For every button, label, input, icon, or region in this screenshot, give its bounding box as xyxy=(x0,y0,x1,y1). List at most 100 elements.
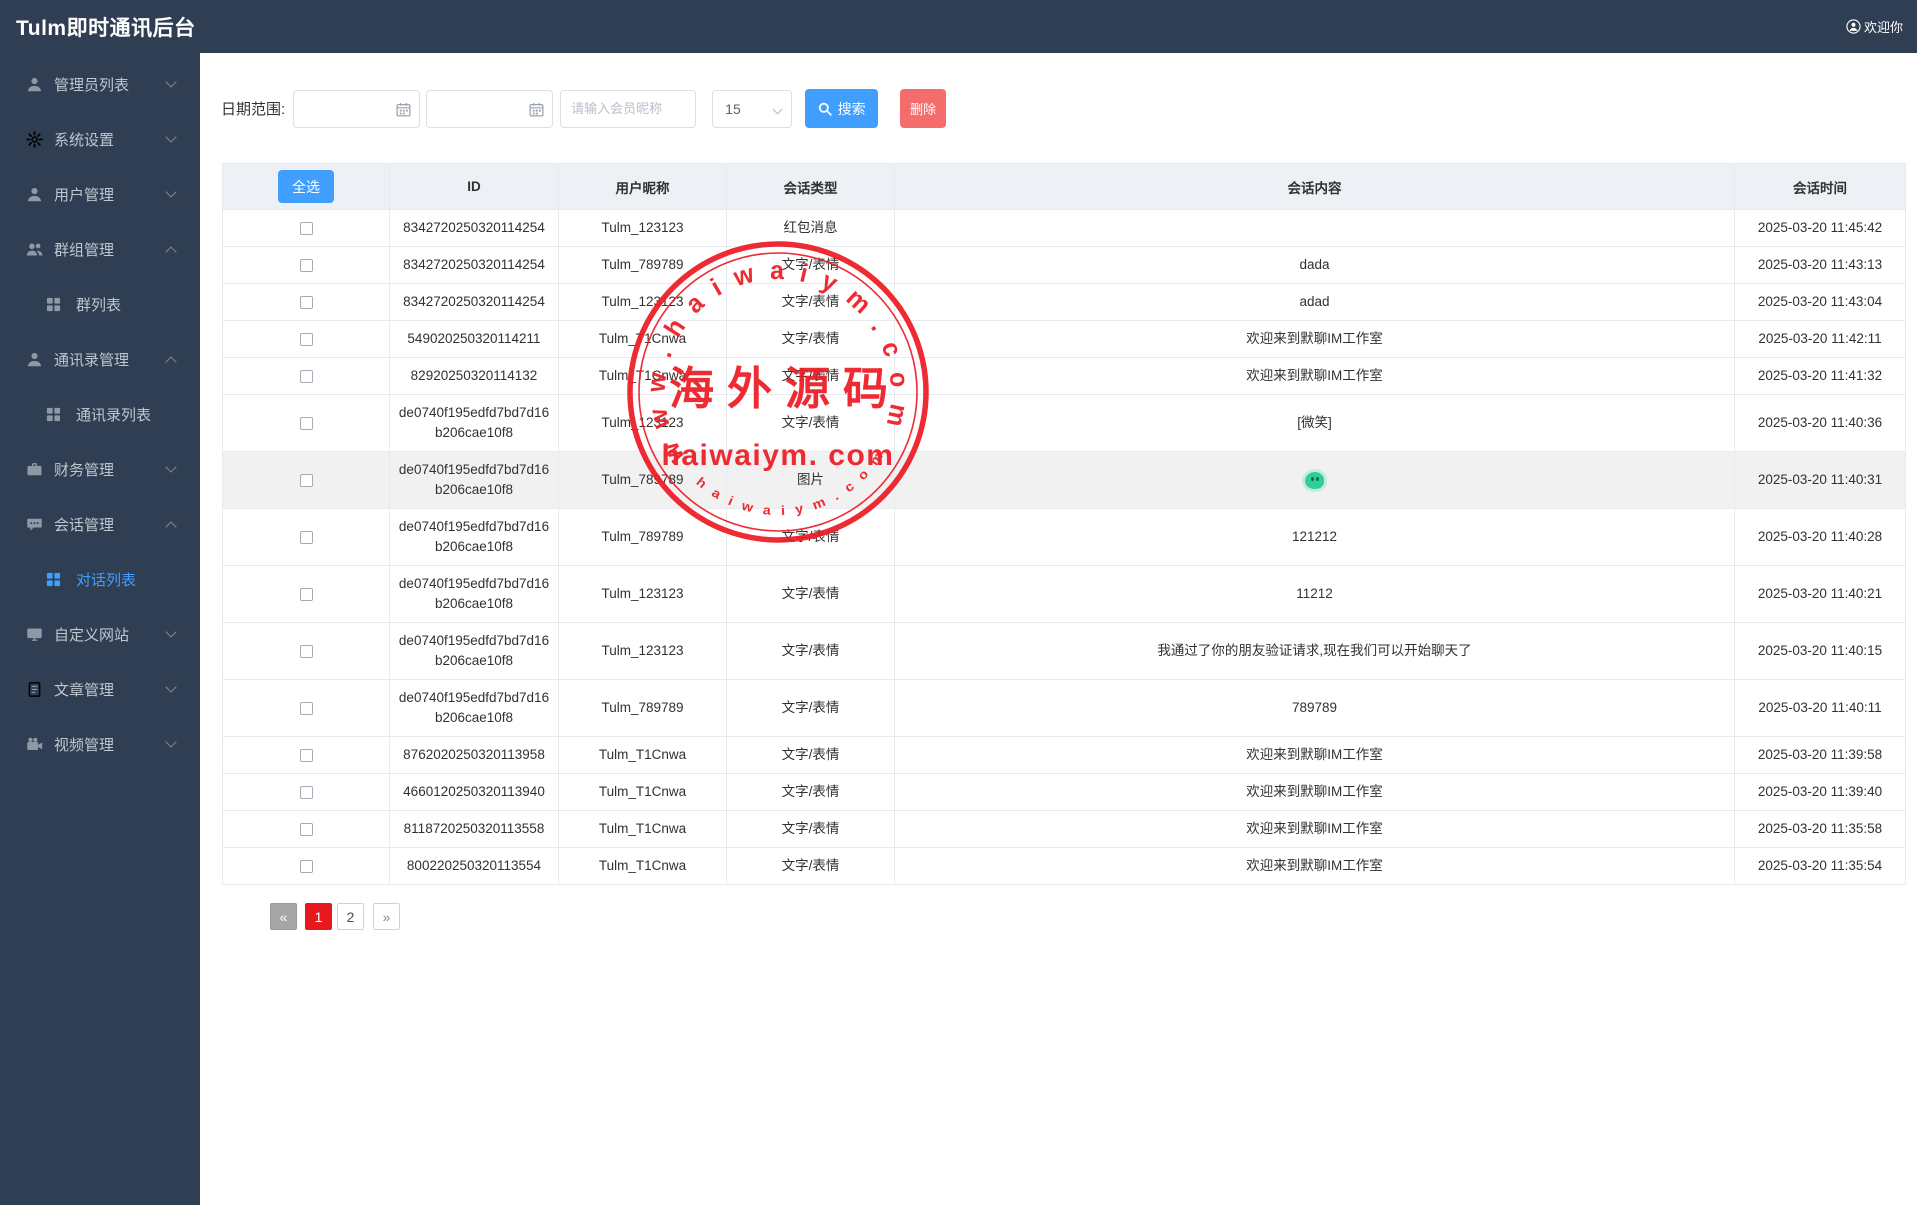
table-row: 4660120250320113940Tulm_T1Cnwa文字/表情欢迎来到默… xyxy=(223,774,1906,811)
pagination: « 1 2 » xyxy=(270,903,400,930)
table-row: de0740f195edfd7bd7d16b206cae10f8Tulm_789… xyxy=(223,509,1906,566)
date-start-input[interactable] xyxy=(293,90,420,128)
chevron-down-icon xyxy=(165,626,176,637)
cell-id: 8342720250320114254 xyxy=(390,210,559,247)
conversation-table: 全选 ID 用户昵称 会话类型 会话内容 会话时间 83427202503201… xyxy=(222,163,1906,885)
col-header-time: 会话时间 xyxy=(1735,164,1906,210)
date-end-input[interactable] xyxy=(426,90,553,128)
monitor-icon xyxy=(26,626,43,643)
chevron-down-icon xyxy=(165,461,176,472)
sidebar-item-article-management[interactable]: 文章管理 xyxy=(0,662,200,717)
user-icon xyxy=(26,186,43,203)
cell-checkbox xyxy=(223,623,390,680)
cell-content xyxy=(895,452,1735,509)
cell-time: 2025-03-20 11:43:13 xyxy=(1735,247,1906,284)
cell-time: 2025-03-20 11:40:31 xyxy=(1735,452,1906,509)
cell-content-text: 121212 xyxy=(1292,529,1337,544)
cell-content: 我通过了你的朋友验证请求,现在我们可以开始聊天了 xyxy=(895,623,1735,680)
cell-content: 789789 xyxy=(895,680,1735,737)
cell-nickname: Tulm_123123 xyxy=(559,210,727,247)
row-checkbox[interactable] xyxy=(300,333,313,346)
pagination-next[interactable]: » xyxy=(373,903,400,930)
cell-checkbox xyxy=(223,566,390,623)
row-checkbox[interactable] xyxy=(300,860,313,873)
cell-content: 欢迎来到默聊IM工作室 xyxy=(895,774,1735,811)
page-size-select[interactable]: 15 xyxy=(712,90,792,128)
sidebar-item-group-management[interactable]: 群组管理 xyxy=(0,222,200,277)
briefcase-icon xyxy=(26,461,43,478)
row-checkbox[interactable] xyxy=(300,823,313,836)
chevron-down-icon xyxy=(773,104,783,114)
col-header-type: 会话类型 xyxy=(727,164,895,210)
cell-content-text: adad xyxy=(1299,294,1329,309)
sidebar-item-contacts-list[interactable]: 通讯录列表 xyxy=(0,387,200,442)
sidebar-item-custom-website[interactable]: 自定义网站 xyxy=(0,607,200,662)
cell-type: 文字/表情 xyxy=(727,737,895,774)
cell-type: 文字/表情 xyxy=(727,509,895,566)
sidebar-item-label: 对话列表 xyxy=(76,569,136,590)
cell-type: 文字/表情 xyxy=(727,566,895,623)
cell-content: 欢迎来到默聊IM工作室 xyxy=(895,737,1735,774)
sidebar-item-label: 会话管理 xyxy=(54,514,114,535)
row-checkbox[interactable] xyxy=(300,749,313,762)
cell-content: 欢迎来到默聊IM工作室 xyxy=(895,811,1735,848)
grid-icon xyxy=(45,296,62,313)
cell-nickname: Tulm_789789 xyxy=(559,680,727,737)
cell-content-text: 欢迎来到默聊IM工作室 xyxy=(1246,747,1383,762)
row-checkbox[interactable] xyxy=(300,259,313,272)
chevron-up-icon xyxy=(165,521,176,532)
row-checkbox[interactable] xyxy=(300,417,313,430)
sidebar-item-admin-list[interactable]: 管理员列表 xyxy=(0,57,200,112)
row-checkbox[interactable] xyxy=(300,296,313,309)
cell-time: 2025-03-20 11:40:15 xyxy=(1735,623,1906,680)
welcome-text: 欢迎你 xyxy=(1864,17,1903,36)
cell-checkbox xyxy=(223,395,390,452)
table-header-row: 全选 ID 用户昵称 会话类型 会话内容 会话时间 xyxy=(223,164,1906,210)
search-icon xyxy=(818,102,832,116)
row-checkbox[interactable] xyxy=(300,531,313,544)
row-checkbox[interactable] xyxy=(300,370,313,383)
cell-id: 82920250320114132 xyxy=(390,358,559,395)
delete-button-label: 删除 xyxy=(910,99,936,118)
cell-id: de0740f195edfd7bd7d16b206cae10f8 xyxy=(390,623,559,680)
row-checkbox[interactable] xyxy=(300,645,313,658)
sidebar-item-group-list[interactable]: 群列表 xyxy=(0,277,200,332)
delete-button[interactable]: 删除 xyxy=(900,89,946,128)
cell-checkbox xyxy=(223,811,390,848)
sidebar-item-contacts-management[interactable]: 通讯录管理 xyxy=(0,332,200,387)
sidebar-item-video-management[interactable]: 视频管理 xyxy=(0,717,200,772)
cell-checkbox xyxy=(223,774,390,811)
search-button[interactable]: 搜索 xyxy=(805,89,878,128)
row-checkbox[interactable] xyxy=(300,222,313,235)
sidebar-item-system-settings[interactable]: 系统设置 xyxy=(0,112,200,167)
cell-type: 文字/表情 xyxy=(727,811,895,848)
row-checkbox[interactable] xyxy=(300,588,313,601)
row-checkbox[interactable] xyxy=(300,474,313,487)
cell-content: [微笑] xyxy=(895,395,1735,452)
cell-content: 欢迎来到默聊IM工作室 xyxy=(895,358,1735,395)
table-row: de0740f195edfd7bd7d16b206cae10f8Tulm_123… xyxy=(223,395,1906,452)
cell-time: 2025-03-20 11:42:11 xyxy=(1735,321,1906,358)
sidebar-item-user-management[interactable]: 用户管理 xyxy=(0,167,200,222)
date-range-label: 日期范围: xyxy=(221,98,285,119)
sidebar-item-label: 通讯录管理 xyxy=(54,349,129,370)
sidebar-item-session-management[interactable]: 会话管理 xyxy=(0,497,200,552)
sidebar-item-dialog-list[interactable]: 对话列表 xyxy=(0,552,200,607)
pagination-page-1[interactable]: 1 xyxy=(305,903,332,930)
sidebar-item-label: 系统设置 xyxy=(54,129,114,150)
cell-content: 121212 xyxy=(895,509,1735,566)
pagination-page-2[interactable]: 2 xyxy=(337,903,364,930)
calendar-icon xyxy=(396,102,411,117)
cell-nickname: Tulm_T1Cnwa xyxy=(559,358,727,395)
pagination-prev[interactable]: « xyxy=(270,903,297,930)
camera-icon xyxy=(26,736,43,753)
welcome-area[interactable]: 欢迎你 xyxy=(1846,17,1917,36)
nickname-input[interactable] xyxy=(560,90,696,128)
cell-type: 文字/表情 xyxy=(727,395,895,452)
cell-nickname: Tulm_789789 xyxy=(559,247,727,284)
row-checkbox[interactable] xyxy=(300,702,313,715)
select-all-button[interactable]: 全选 xyxy=(278,170,334,203)
row-checkbox[interactable] xyxy=(300,786,313,799)
cell-id: 8342720250320114254 xyxy=(390,247,559,284)
sidebar-item-finance-management[interactable]: 财务管理 xyxy=(0,442,200,497)
